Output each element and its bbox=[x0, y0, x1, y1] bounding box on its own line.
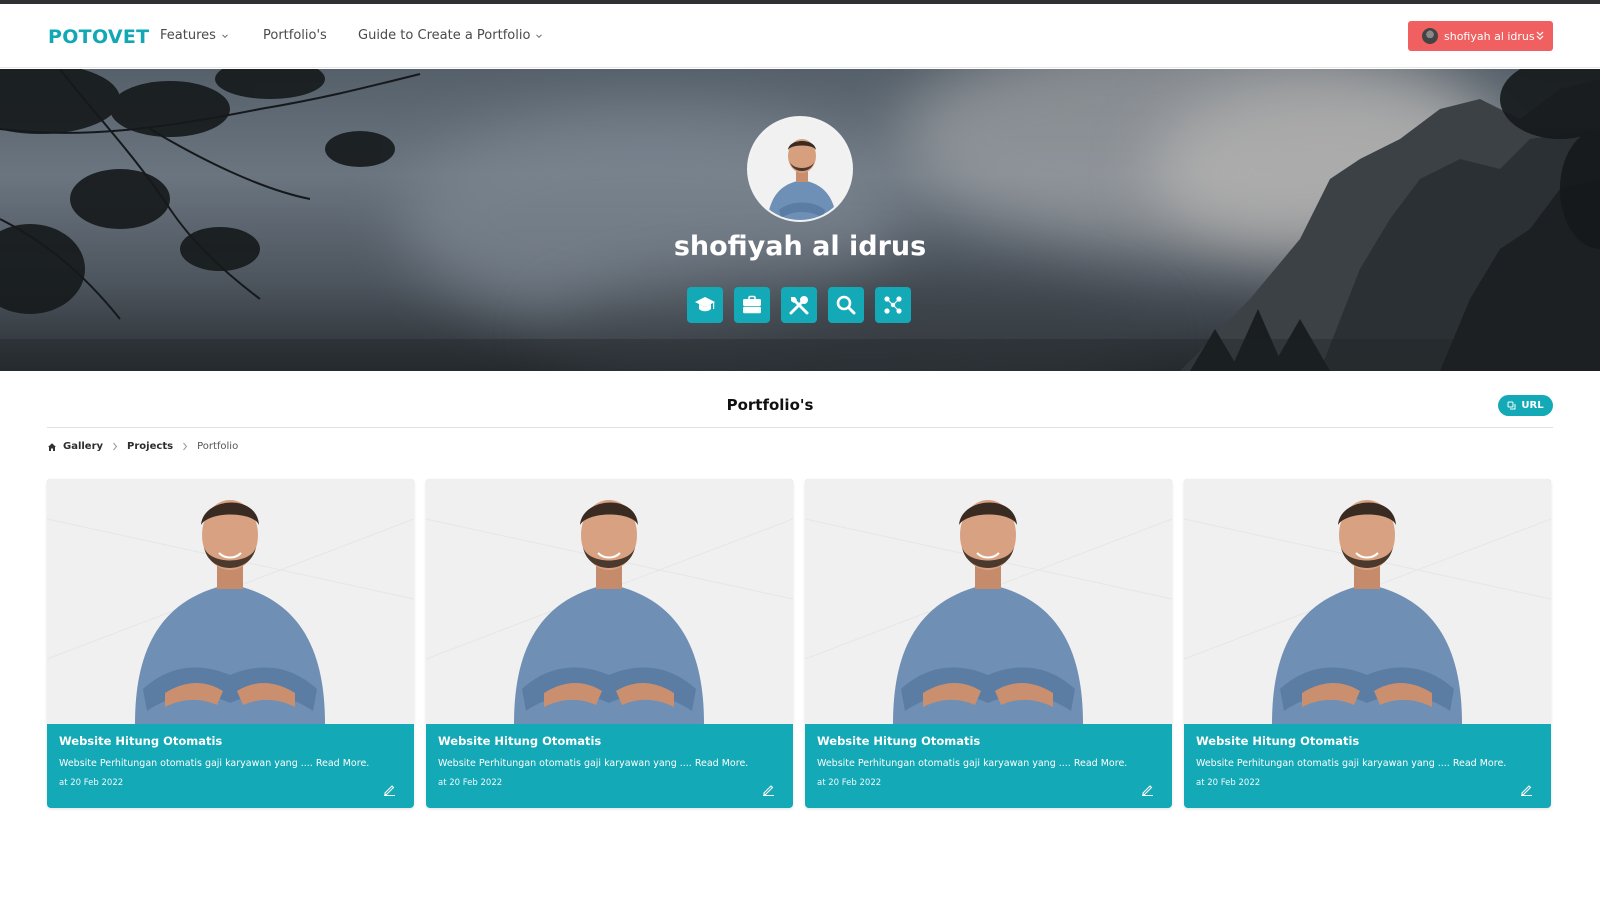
user-menu-button[interactable]: shofiyah al idrus bbox=[1408, 21, 1553, 51]
nav-guide[interactable]: Guide to Create a Portfolio bbox=[358, 28, 543, 43]
portfolio-card-date: at 20 Feb 2022 bbox=[1196, 778, 1261, 788]
navbar: POTOVET Features Portfolio's Guide to Cr… bbox=[0, 4, 1600, 68]
edit-icon[interactable] bbox=[383, 783, 396, 796]
breadcrumb-portfolio: Portfolio bbox=[197, 441, 239, 452]
portfolio-card-title[interactable]: Website Hitung Otomatis bbox=[817, 734, 1160, 748]
portfolio-card-title[interactable]: Website Hitung Otomatis bbox=[438, 734, 781, 748]
portrait-photo bbox=[47, 479, 414, 724]
portfolio-card-image bbox=[1184, 479, 1551, 724]
portfolio-card-description: Website Perhitungan otomatis gaji karyaw… bbox=[438, 758, 749, 769]
chevron-down-icon bbox=[222, 33, 228, 38]
nav-guide-label: Guide to Create a Portfolio bbox=[358, 28, 531, 43]
home-icon bbox=[48, 442, 56, 451]
profile-section-icons bbox=[687, 287, 911, 323]
profile-hero: shofiyah al idrus bbox=[0, 69, 1600, 371]
portrait-photo bbox=[1184, 479, 1551, 724]
section-divider bbox=[47, 427, 1553, 428]
portfolio-card-title[interactable]: Website Hitung Otomatis bbox=[1196, 734, 1539, 748]
graduation-cap-icon bbox=[695, 297, 715, 312]
portfolio-card[interactable]: Website Hitung Otomatis Website Perhitun… bbox=[426, 479, 793, 808]
nav-features-label: Features bbox=[160, 28, 216, 43]
search-button[interactable] bbox=[828, 287, 864, 323]
portfolio-card[interactable]: Website Hitung Otomatis Website Perhitun… bbox=[47, 479, 414, 808]
link-icon bbox=[1507, 401, 1516, 410]
breadcrumb: Gallery Projects Portfolio bbox=[47, 441, 238, 452]
portfolio-card-image bbox=[805, 479, 1172, 724]
user-name: shofiyah al idrus bbox=[1444, 29, 1535, 43]
chevron-down-icon bbox=[536, 33, 543, 38]
nav-portfolios-label: Portfolio's bbox=[263, 28, 327, 43]
portfolio-card-date: at 20 Feb 2022 bbox=[438, 778, 503, 788]
url-button[interactable]: URL bbox=[1498, 395, 1553, 416]
briefcase-icon bbox=[743, 295, 761, 314]
portfolio-card-image bbox=[47, 479, 414, 724]
portrait-photo bbox=[426, 479, 793, 724]
nav-features[interactable]: Features bbox=[160, 28, 229, 43]
chevron-right-icon bbox=[183, 442, 188, 451]
section-title: Portfolio's bbox=[726, 396, 814, 414]
profile-name: shofiyah al idrus bbox=[673, 231, 927, 262]
breadcrumb-gallery[interactable]: Gallery bbox=[63, 441, 103, 452]
education-button[interactable] bbox=[687, 287, 723, 323]
portfolio-card-date: at 20 Feb 2022 bbox=[59, 778, 124, 788]
nav-portfolios[interactable]: Portfolio's bbox=[263, 28, 327, 43]
portfolio-card-date: at 20 Feb 2022 bbox=[817, 778, 882, 788]
breadcrumb-projects[interactable]: Projects bbox=[127, 441, 173, 452]
double-chevron-down-icon bbox=[1536, 31, 1544, 40]
portfolio-card[interactable]: Website Hitung Otomatis Website Perhitun… bbox=[1184, 479, 1551, 808]
chevron-right-icon bbox=[113, 442, 118, 451]
search-icon bbox=[836, 295, 856, 315]
network-icon bbox=[884, 296, 902, 314]
portfolio-card-description: Website Perhitungan otomatis gaji karyaw… bbox=[1196, 758, 1507, 769]
experience-button[interactable] bbox=[734, 287, 770, 323]
edit-icon[interactable] bbox=[1520, 783, 1533, 796]
edit-icon[interactable] bbox=[1141, 783, 1154, 796]
portfolio-card-grid: Website Hitung Otomatis Website Perhitun… bbox=[47, 479, 1551, 808]
portrait-photo bbox=[805, 479, 1172, 724]
profile-avatar bbox=[747, 116, 853, 222]
portfolio-card-description: Website Perhitungan otomatis gaji karyaw… bbox=[59, 758, 370, 769]
network-button[interactable] bbox=[875, 287, 911, 323]
skills-button[interactable] bbox=[781, 287, 817, 323]
url-button-label: URL bbox=[1521, 400, 1544, 411]
tools-icon bbox=[789, 296, 809, 315]
portfolio-card-description: Website Perhitungan otomatis gaji karyaw… bbox=[817, 758, 1128, 769]
portfolio-card[interactable]: Website Hitung Otomatis Website Perhitun… bbox=[805, 479, 1172, 808]
user-avatar bbox=[1422, 28, 1438, 44]
portfolio-card-image bbox=[426, 479, 793, 724]
edit-icon[interactable] bbox=[762, 783, 775, 796]
brand-logo[interactable]: POTOVET bbox=[48, 26, 149, 48]
portfolio-card-title[interactable]: Website Hitung Otomatis bbox=[59, 734, 402, 748]
